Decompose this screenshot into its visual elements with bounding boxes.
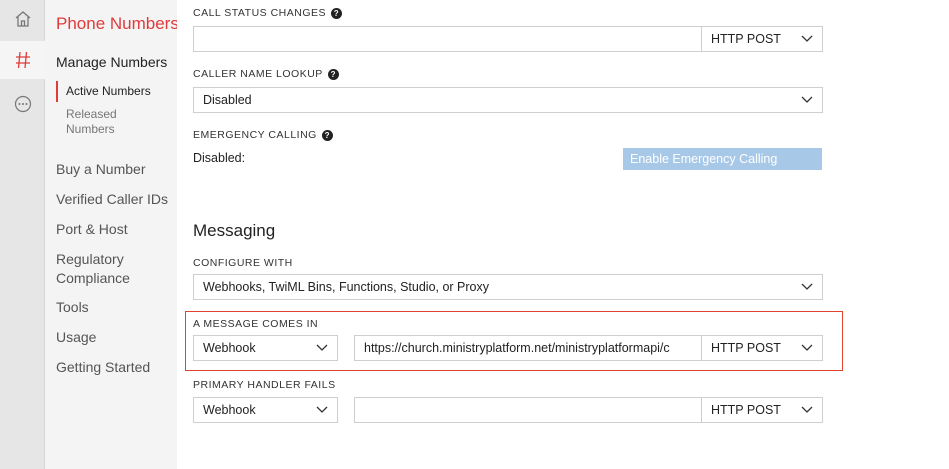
main-content: CALL STATUS CHANGES ? HTTP POST CALLER N… [177,0,949,469]
chevron-down-icon [801,96,813,103]
chevron-down-icon [801,344,813,351]
help-icon[interactable]: ? [327,68,339,80]
nav-item-port-host[interactable]: Port & Host [56,220,176,239]
enable-emergency-calling-button[interactable]: Enable Emergency Calling [623,148,822,170]
nav-title: Phone Numbers [56,14,179,33]
call-status-method-select[interactable]: HTTP POST [701,26,823,52]
call-status-label: CALL STATUS CHANGES ? [193,7,342,19]
nav-item-regulatory-compliance[interactable]: Regulatory Compliance [56,250,136,288]
handler-fails-method-select[interactable]: HTTP POST [701,397,823,423]
message-comes-in-label: A MESSAGE COMES IN [193,318,319,330]
configure-with-select[interactable]: Webhooks, TwiML Bins, Functions, Studio,… [193,274,823,300]
nav-item-buy-number[interactable]: Buy a Number [56,160,176,179]
message-in-method-select[interactable]: HTTP POST [701,335,823,361]
help-icon[interactable]: ? [321,129,333,141]
icon-rail [0,0,45,469]
more-button[interactable] [0,85,45,123]
nav-sub-released-numbers[interactable]: Released Numbers [56,107,136,137]
phone-numbers-button[interactable] [0,41,45,79]
primary-handler-fails-label: PRIMARY HANDLER FAILS [193,379,336,391]
nav-sidebar: Phone Numbers Manage Numbers Active Numb… [45,0,179,469]
message-in-url-input[interactable]: https://church.ministryplatform.net/mini… [354,335,702,361]
more-icon [14,95,31,113]
caller-name-label: CALLER NAME LOOKUP ? [193,68,339,80]
home-button[interactable] [0,0,45,38]
nav-item-getting-started[interactable]: Getting Started [56,358,176,377]
emergency-calling-label: EMERGENCY CALLING ? [193,129,333,141]
nav-section-manage-numbers[interactable]: Manage Numbers [56,54,167,70]
help-icon[interactable]: ? [331,7,342,19]
caller-name-select[interactable]: Disabled [193,87,823,113]
home-icon [15,11,30,27]
chevron-down-icon [801,35,813,42]
call-status-url-input[interactable] [193,26,702,52]
configure-with-label: CONFIGURE WITH [193,257,293,269]
chevron-down-icon [316,406,328,413]
chevron-down-icon [316,344,328,351]
nav-item-verified-caller-ids[interactable]: Verified Caller IDs [56,190,176,209]
nav-sub-active-numbers[interactable]: Active Numbers [56,81,177,102]
nav-item-tools[interactable]: Tools [56,298,176,317]
chevron-down-icon [801,406,813,413]
chevron-down-icon [801,283,813,290]
nav-item-usage[interactable]: Usage [56,328,176,347]
handler-fails-url-input[interactable] [354,397,702,423]
hash-icon [15,51,30,69]
handler-fails-type-select[interactable]: Webhook [193,397,338,423]
message-in-type-select[interactable]: Webhook [193,335,338,361]
emergency-status-text: Disabled: [193,151,246,165]
messaging-heading: Messaging [193,221,276,240]
